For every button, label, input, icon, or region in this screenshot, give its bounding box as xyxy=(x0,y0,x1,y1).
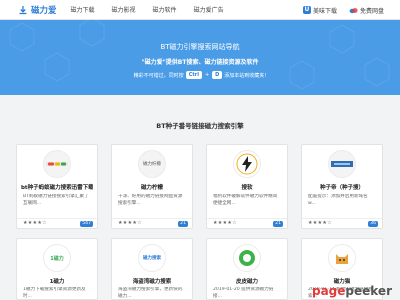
thumb-text: 磁力柠檬 xyxy=(143,162,161,167)
rating-stars: ★★★★☆ xyxy=(118,220,142,226)
card-title: 海盗湾磁力搜索 xyxy=(132,279,172,285)
watermark-part1: page xyxy=(311,284,346,298)
card-description: 配置提示：添加并启用新域名 w... xyxy=(308,194,368,206)
site-thumbnail xyxy=(328,244,356,272)
download-icon xyxy=(19,5,27,14)
card-description: 海盗湾磁力搜索引擎，更新快的磁力... xyxy=(118,287,183,299)
nav-item-magnet-video[interactable]: 磁力影视 xyxy=(112,5,136,14)
card-footer: ★★★★☆ 547 xyxy=(17,218,97,228)
hero-banner: BT磁力引擎搜索网站导航 "磁力爱"提供BT搜索、磁力链接资源及软件 精彩不可错… xyxy=(0,20,400,95)
card-footer: ★★★★☆ 21 xyxy=(207,218,287,228)
site-thumbnail xyxy=(233,244,261,272)
card-title: 皮皮磁力 xyxy=(235,279,258,285)
site-card[interactable]: 磁力搜索 海盗湾磁力搜索 海盗湾磁力搜索引擎，更新快的磁力... xyxy=(111,238,193,300)
pipi-logo xyxy=(239,250,255,266)
lightning-icon xyxy=(236,153,258,175)
rating-stars: ★★★★☆ xyxy=(23,220,47,226)
nav-item-ads[interactable]: 磁力爱广告 xyxy=(194,5,224,14)
seed-emperor-logo xyxy=(331,161,353,167)
card-title: 磁力柠檬 xyxy=(140,185,163,191)
card-description: 福利软件破解软件磁力软件精简便捷全网... xyxy=(213,194,278,206)
nav-item-magnet-download[interactable]: 磁力下载 xyxy=(71,5,95,14)
view-count-badge: 36 xyxy=(368,220,378,227)
card-title: 种子帝（种子搜） xyxy=(319,185,364,191)
site-card[interactable]: 1磁力 1磁力 1磁力下载搜索引擎资源更新及时... xyxy=(16,238,98,300)
bookmark-hint: 精彩不可错过，同时按 Ctrl + D 添加本站到收藏夹! xyxy=(0,71,400,79)
site-thumbnail xyxy=(328,150,356,178)
card-description: 干净、好用的磁力链接网盘资源搜索引擎... xyxy=(118,194,183,206)
hero-subtitle: "磁力爱"提供BT搜索、磁力链接资源及软件 xyxy=(141,59,259,66)
d-key: D xyxy=(212,71,223,79)
card-footer: ★★★★☆ 21 xyxy=(112,218,192,228)
hero-title: BT磁力引擎搜索网站导航 xyxy=(160,43,240,51)
header-right-links: U 美味下载 免费网盘 xyxy=(291,0,384,20)
site-logo[interactable]: 磁力爱 xyxy=(18,4,57,16)
top-navbar: 磁力爱 磁力下载 磁力影视 磁力软件 磁力爱广告 U 美味下载 免费网盘 xyxy=(0,0,400,20)
card-footer: ★★★★☆ 36 xyxy=(302,218,382,228)
watermark-part2: peeker xyxy=(345,284,392,298)
hint-after: 添加本站到收藏夹! xyxy=(224,72,267,79)
logo-text: 磁力爱 xyxy=(31,5,57,16)
site-thumbnail: 磁力柠檬 xyxy=(138,150,166,178)
site-card[interactable]: 搜软 福利软件破解软件磁力软件精简便捷全网... ★★★★☆ 21 xyxy=(206,144,288,229)
site-card[interactable]: 磁力柠檬 磁力柠檬 干净、好用的磁力链接网盘资源搜索引擎... ★★★★☆ 21 xyxy=(111,144,193,229)
card-description: 2019-01-20 提供资源磁力链接... xyxy=(213,287,274,299)
meiwei-download-link[interactable]: U 美味下载 xyxy=(302,6,337,15)
watermark: pagepeeker xyxy=(312,284,392,298)
meiwei-download-label: 美味下载 xyxy=(312,7,337,15)
view-count-badge: 21 xyxy=(273,220,283,227)
baidu-pan-icon xyxy=(349,7,358,13)
site-card[interactable]: 种子帝（种子搜） 配置提示：添加并启用新域名 w... ★★★★☆ 36 xyxy=(301,144,383,229)
card-description: 1磁力下载搜索引擎资源更新及时... xyxy=(23,287,86,299)
card-title: bt种子蚂蚁磁力搜索迅雷下载 xyxy=(21,185,93,191)
nav-item-magnet-software[interactable]: 磁力软件 xyxy=(153,5,177,14)
card-title: 1磁力 xyxy=(49,279,65,285)
site-thumbnail xyxy=(233,150,261,178)
view-count-badge: 21 xyxy=(178,220,188,227)
bt-ants-logo xyxy=(46,162,68,166)
thumb-text: 磁力搜索 xyxy=(143,256,161,261)
site-thumbnail xyxy=(43,150,71,178)
thumb-text: 1磁力 xyxy=(50,255,64,262)
site-thumbnail: 磁力搜索 xyxy=(138,244,166,272)
main-nav: 磁力下载 磁力影视 磁力软件 磁力爱广告 xyxy=(71,5,241,14)
card-title: 搜软 xyxy=(241,185,253,191)
view-count-badge: 547 xyxy=(80,220,93,227)
free-pan-link[interactable]: 免费网盘 xyxy=(349,6,384,15)
cat-logo xyxy=(336,254,348,264)
rating-stars: ★★★★☆ xyxy=(308,220,332,226)
plus-sign: + xyxy=(204,72,210,78)
rating-stars: ★★★★☆ xyxy=(213,220,237,226)
site-card[interactable]: 皮皮磁力 2019-01-20 提供资源磁力链接... xyxy=(206,238,288,300)
site-thumbnail: 1磁力 xyxy=(43,244,71,272)
hint-before: 精彩不可错过，同时按 xyxy=(133,72,184,79)
u-icon: U xyxy=(302,6,311,14)
ctrl-key: Ctrl xyxy=(185,71,202,79)
site-card[interactable]: bt种子蚂蚁磁力搜索迅雷下载 BT蚂蚁磁力链接搜索引擎汇聚了互联网... ★★★… xyxy=(16,144,98,229)
card-description: BT蚂蚁磁力链接搜索引擎汇聚了互联网... xyxy=(23,194,89,206)
section-title: BT种子番号链接磁力搜索引擎 xyxy=(156,122,244,130)
free-pan-label: 免费网盘 xyxy=(359,7,384,15)
